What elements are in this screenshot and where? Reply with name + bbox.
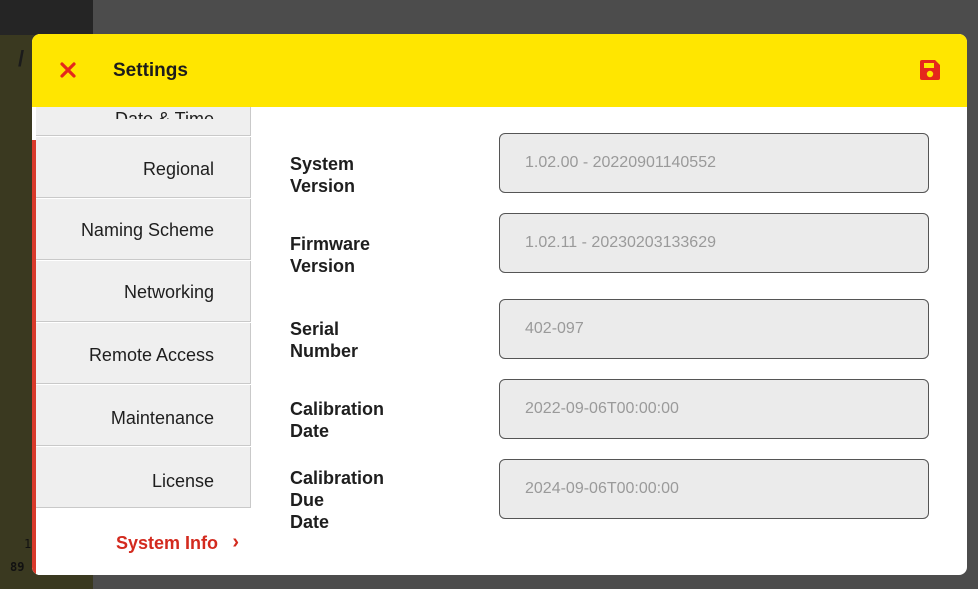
sidebar-item-label: Remote Access [88, 345, 214, 365]
close-button[interactable] [54, 56, 82, 84]
background-number: 1 [24, 537, 32, 551]
sidebar-item-remote-access[interactable]: Remote Access [36, 323, 251, 384]
sidebar-item-label: System Info [115, 533, 218, 553]
save-button[interactable] [916, 56, 944, 84]
sidebar-item-label: License [151, 471, 214, 491]
settings-sidebar: Date & Time Regional Naming Scheme Netwo… [32, 107, 254, 575]
background-header [0, 0, 93, 35]
floppy-disk-icon [920, 60, 940, 80]
sidebar-item-system-info[interactable]: System Info › [36, 509, 251, 575]
settings-dialog: Settings Date & Time Regional Naming Sch… [32, 34, 967, 575]
sidebar-item-license[interactable]: License [36, 447, 251, 508]
calibration-date-label: Calibration Date [290, 399, 385, 441]
sidebar-item-naming-scheme[interactable]: Naming Scheme [36, 199, 251, 260]
firmware-version-label: Firmware Version [290, 234, 371, 276]
sidebar-item-regional[interactable]: Regional [36, 137, 251, 198]
calibration-due-date-label: Calibration Due Date [290, 467, 384, 533]
calibration-date-field: 2022-09-06T00:00:00 [499, 379, 929, 439]
system-version-label: System Version [290, 154, 356, 196]
sidebar-item-networking[interactable]: Networking [36, 261, 251, 322]
system-version-field: 1.02.00 - 20220901140552 [499, 133, 929, 193]
background-number: 89 [10, 560, 25, 574]
background-chevron-icon: / [18, 46, 25, 71]
sidebar-item-label: Maintenance [110, 408, 214, 428]
sidebar-item-label: Networking [123, 282, 214, 302]
dialog-title: Settings [113, 60, 188, 81]
calibration-due-date-field: 2024-09-06T00:00:00 [499, 459, 929, 519]
sidebar-item-maintenance[interactable]: Maintenance [36, 385, 251, 446]
serial-number-field: 402-097 [499, 299, 929, 359]
calibration-due-date-label-line2: Date [290, 512, 330, 532]
close-x-icon [60, 62, 76, 78]
dialog-header: Settings [32, 34, 967, 107]
calibration-due-date-label-line1: Calibration Due [290, 468, 385, 510]
sidebar-item-label: Naming Scheme [80, 220, 214, 240]
firmware-version-field: 1.02.11 - 20230203133629 [499, 213, 929, 273]
serial-number-label: Serial Number [290, 319, 359, 361]
chevron-right-icon: › [232, 531, 239, 553]
sidebar-item-label: Regional [142, 159, 214, 179]
sidebar-item-date-time[interactable]: Date & Time [36, 107, 251, 136]
sidebar-item-label: Date & Time [115, 110, 214, 119]
